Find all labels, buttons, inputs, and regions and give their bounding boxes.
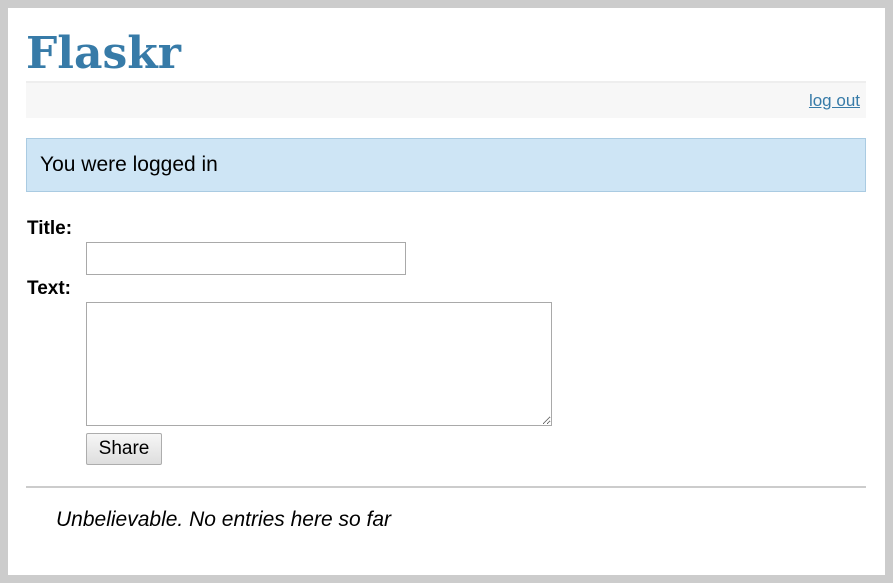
text-label: Text:	[27, 278, 71, 299]
metanav: log out	[26, 81, 866, 118]
title-input[interactable]	[86, 242, 406, 275]
text-textarea[interactable]	[86, 302, 552, 426]
no-entries-message: Unbelievable. No entries here so far	[56, 508, 392, 531]
title-label: Title:	[27, 218, 73, 239]
share-button[interactable]: Share	[86, 433, 162, 465]
page-container: Flaskr log out You were logged in Title:…	[8, 8, 885, 575]
page-title: Flaskr	[26, 28, 181, 79]
flash-message: You were logged in	[26, 138, 866, 192]
entries-divider	[26, 486, 866, 488]
logout-link[interactable]: log out	[809, 91, 860, 111]
